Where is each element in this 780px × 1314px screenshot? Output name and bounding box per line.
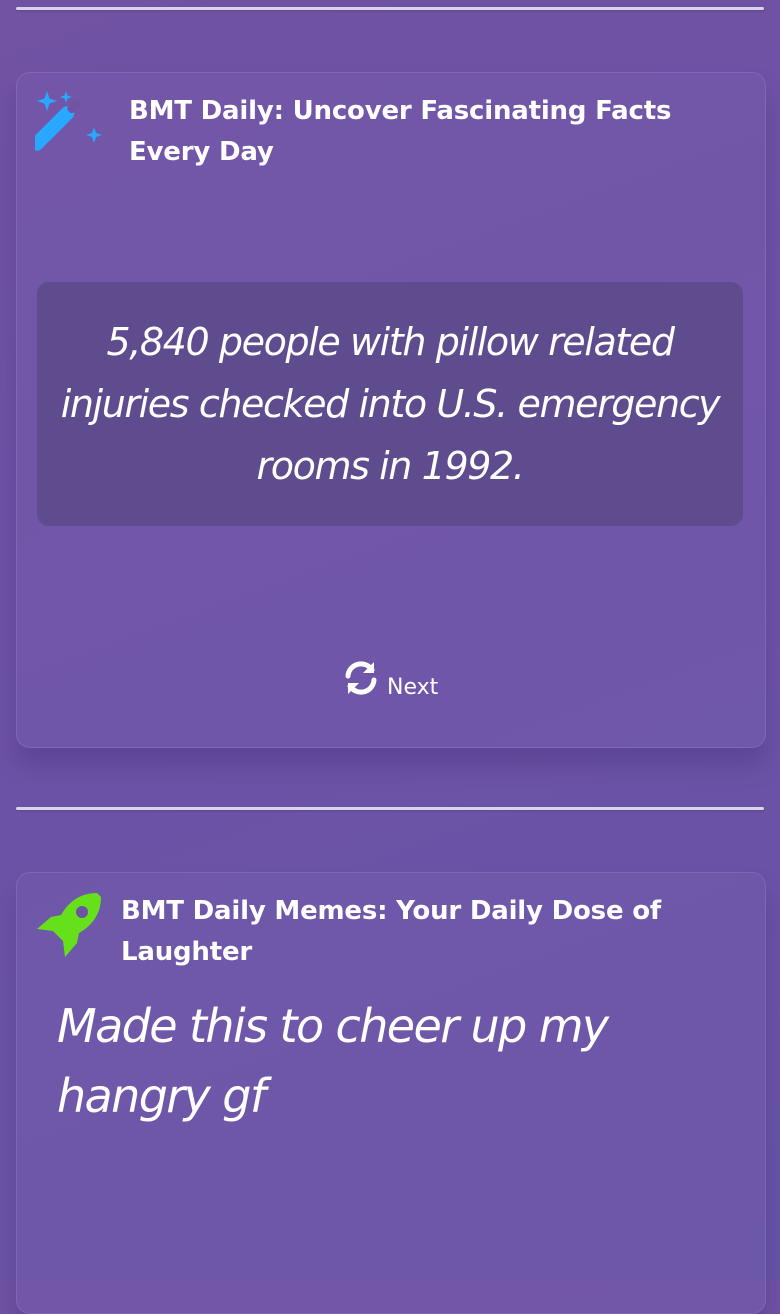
refresh-icon <box>341 658 381 702</box>
fact-card-title: BMT Daily: Uncover Fascinating Facts Eve… <box>129 96 672 167</box>
next-label: Next <box>387 675 439 700</box>
meme-caption: Made this to cheer up my hangry gf <box>57 999 609 1123</box>
fact-text: 5,840 people with pillow related injurie… <box>60 320 721 488</box>
fact-box: 5,840 people with pillow related injurie… <box>37 282 743 526</box>
meme-card: BMT Daily Memes: Your Daily Dose of Laug… <box>16 872 766 1314</box>
fact-card: BMT Daily: Uncover Fascinating Facts Eve… <box>16 72 766 748</box>
next-button[interactable]: Next <box>341 658 438 702</box>
magic-wand-icon <box>29 89 107 163</box>
middle-divider <box>16 807 764 810</box>
meme-card-title: BMT Daily Memes: Your Daily Dose of Laug… <box>121 896 662 967</box>
rocket-icon <box>35 889 105 963</box>
top-divider <box>16 7 764 10</box>
